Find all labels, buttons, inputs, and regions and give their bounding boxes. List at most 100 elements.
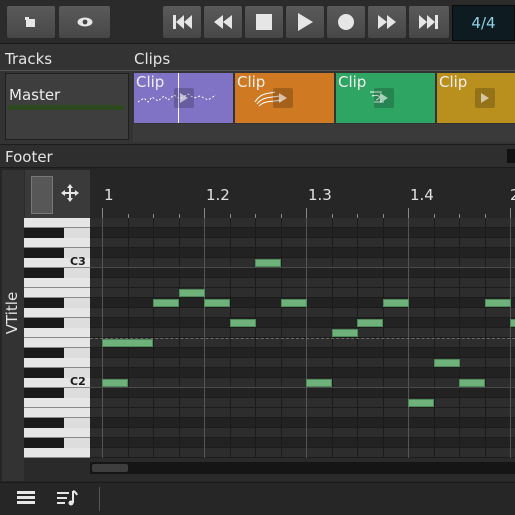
black-key[interactable] (24, 348, 64, 358)
play-icon (298, 13, 313, 31)
view-toggle-button[interactable] (58, 5, 111, 39)
piano-roll-view-icon[interactable] (56, 489, 78, 507)
ruler-tick (510, 208, 511, 218)
white-key[interactable] (24, 338, 90, 348)
black-key[interactable] (24, 418, 64, 428)
vertical-title: VTitle (3, 291, 21, 335)
white-key[interactable] (24, 278, 90, 288)
midi-note[interactable] (230, 319, 256, 327)
black-key[interactable] (24, 388, 64, 398)
bottom-bar (0, 482, 515, 515)
note-grid[interactable] (90, 218, 515, 458)
ruler-tick (306, 208, 307, 218)
white-key[interactable] (24, 398, 90, 408)
clip-3-play-button[interactable] (374, 88, 394, 108)
reference-line (90, 338, 515, 339)
black-key[interactable] (24, 228, 64, 238)
midi-note[interactable] (306, 379, 332, 387)
midi-note[interactable] (434, 359, 460, 367)
clip-1-play-button[interactable] (174, 88, 194, 108)
clip-3[interactable]: Clip (336, 73, 435, 123)
zoom-handle[interactable] (31, 176, 53, 214)
clip-4[interactable]: Clip (437, 73, 515, 123)
midi-note[interactable] (332, 329, 358, 337)
black-key[interactable] (24, 298, 64, 308)
bottom-divider (99, 487, 100, 511)
skip-to-start-button[interactable] (162, 5, 202, 39)
clip-2-play-button[interactable] (273, 88, 293, 108)
ruler-tick (204, 208, 205, 218)
play-button[interactable] (285, 5, 325, 39)
tracks-clips-area: Tracks Clips Master Clip Clip Clip Clip (0, 44, 515, 144)
fast-forward-button[interactable] (367, 5, 407, 39)
tracks-view-icon[interactable] (16, 489, 36, 507)
time-ruler[interactable]: 1 1.2 1.3 1.4 2 (90, 170, 515, 218)
stop-icon (256, 14, 272, 30)
rewind-icon (214, 15, 232, 29)
midi-note[interactable] (357, 319, 383, 327)
footer-bar: Footer (0, 144, 515, 168)
master-track-label: Master (9, 86, 61, 104)
record-button[interactable] (326, 5, 366, 39)
midi-note[interactable] (153, 299, 179, 307)
white-key[interactable] (24, 238, 90, 248)
piano-roll-panel: VTitle 1 1.2 1.3 1.4 2 C3 C2 (2, 170, 515, 481)
white-key[interactable] (24, 308, 90, 318)
black-key[interactable] (24, 438, 64, 448)
piano-keyboard[interactable]: C3 C2 (24, 218, 90, 458)
midi-note[interactable] (510, 319, 515, 327)
skip-to-end-button[interactable] (408, 5, 450, 39)
move-arrows-icon[interactable] (61, 184, 79, 202)
midi-note[interactable] (179, 289, 205, 297)
clip-3-label: Clip (338, 73, 367, 91)
clips-header: Clips (134, 50, 171, 68)
master-level-meter (8, 105, 124, 110)
footer-scroll-handle[interactable] (507, 149, 515, 163)
clip-lane-background (133, 124, 515, 142)
midi-note[interactable] (281, 299, 307, 307)
play-icon (380, 93, 388, 103)
stop-button[interactable] (244, 5, 284, 39)
black-key[interactable] (24, 248, 64, 258)
midi-note[interactable] (204, 299, 230, 307)
ruler-label: 1.4 (410, 186, 434, 204)
midi-note[interactable] (459, 379, 485, 387)
white-key[interactable] (24, 288, 90, 298)
rewind-button[interactable] (203, 5, 243, 39)
master-track[interactable]: Master (5, 73, 129, 140)
white-key[interactable] (24, 218, 90, 228)
ruler-tick (102, 208, 103, 218)
header-divider (0, 70, 515, 71)
white-key[interactable] (24, 448, 90, 458)
white-key[interactable] (24, 428, 90, 438)
white-key[interactable] (24, 358, 90, 368)
key-label-c3: C3 (70, 255, 86, 268)
ruler-label: 1 (104, 186, 114, 204)
clip-4-play-button[interactable] (475, 88, 495, 108)
tracks-header: Tracks (5, 50, 53, 68)
black-key[interactable] (24, 318, 64, 328)
midi-note[interactable] (102, 379, 128, 387)
piano-roll-corner (25, 170, 90, 218)
midi-note[interactable] (485, 299, 511, 307)
black-key[interactable] (24, 368, 64, 378)
black-key[interactable] (24, 268, 64, 278)
clip-2[interactable]: Clip (235, 73, 334, 123)
scrollbar-thumb[interactable] (92, 464, 128, 472)
vertical-title-column: VTitle (2, 170, 24, 481)
select-tool-button[interactable] (6, 5, 56, 39)
midi-note[interactable] (255, 259, 281, 267)
select-tool-icon (25, 17, 35, 27)
ruler-label: 2 (510, 186, 515, 204)
midi-note[interactable] (102, 339, 153, 347)
octave-line (90, 267, 515, 268)
white-key[interactable] (24, 408, 90, 418)
white-key[interactable] (24, 328, 90, 338)
midi-note[interactable] (408, 399, 434, 407)
skip-to-start-icon (173, 15, 192, 29)
clip-1[interactable]: Clip (134, 73, 233, 123)
midi-note[interactable] (383, 299, 409, 307)
horizontal-scrollbar[interactable] (90, 462, 515, 474)
view-icon (77, 17, 92, 27)
time-signature-display: 4/4 (452, 5, 515, 41)
